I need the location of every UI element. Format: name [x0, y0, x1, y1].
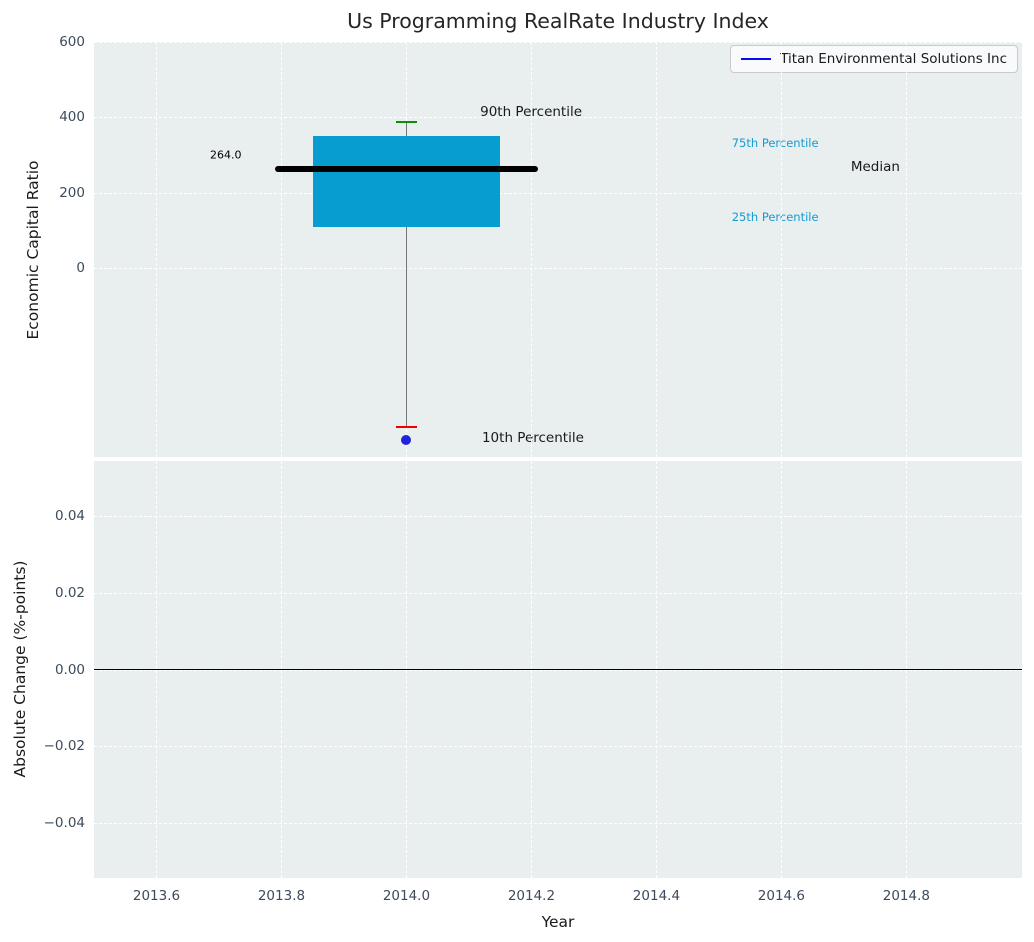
- p90-annotation: 90th Percentile: [480, 104, 583, 121]
- y-gridline: [94, 268, 1022, 270]
- bottom-y-axis-label: Absolute Change (%-points): [11, 560, 29, 778]
- top-plot-area: Titan Environmental Solutions Inc 264.0 …: [59, 34, 1022, 457]
- y-tick-label: 600: [59, 34, 85, 50]
- figure: Us Programming RealRate Industry Index E…: [0, 0, 1034, 942]
- x-gridline: [156, 42, 158, 457]
- x-gridline: [281, 42, 283, 457]
- x-tick-label: 2013.6: [132, 888, 181, 904]
- median-line: [275, 165, 538, 172]
- y-gridline: [94, 192, 1022, 194]
- p90-cap: [395, 120, 418, 124]
- iqr-box: [312, 135, 501, 227]
- legend: Titan Environmental Solutions Inc: [730, 45, 1018, 73]
- y-tick-label: −0.04: [43, 814, 85, 831]
- median-value-annotation: 264.0: [210, 148, 242, 162]
- legend-label: Titan Environmental Solutions Inc: [780, 51, 1007, 67]
- y-tick-label: 0.02: [54, 584, 85, 601]
- chart-title: Us Programming RealRate Industry Index: [347, 9, 769, 33]
- p75-annotation: 75th Percentile: [731, 135, 819, 150]
- y-tick-label: 200: [59, 184, 85, 201]
- y-gridline: [94, 42, 1022, 43]
- y-gridline: [94, 746, 1022, 747]
- legend-line-sample: [741, 58, 772, 60]
- x-tick-label: 2014.0: [382, 888, 431, 904]
- x-tick-label: 2014.8: [882, 888, 930, 904]
- zero-line: [94, 668, 1022, 671]
- y-gridline: [94, 516, 1022, 518]
- company-point: [401, 435, 412, 446]
- x-tick-label: 2014.2: [507, 888, 556, 904]
- y-gridline: [94, 592, 1022, 594]
- x-tick-label: 2014.6: [757, 888, 806, 904]
- bottom-plot-area: 2013.6 2013.8 2014.0 2014.2 2014.4 2014.6 2014…: [44, 461, 1022, 904]
- x-tick-label: 2013.8: [257, 888, 306, 904]
- x-axis-label: Year: [541, 913, 575, 931]
- top-y-axis-label: Economic Capital Ratio: [24, 160, 42, 340]
- x-gridline: [906, 42, 908, 457]
- p25-annotation: 25th Percentile: [731, 210, 819, 225]
- y-tick-label: 0.00: [54, 661, 85, 678]
- y-tick-label: −0.02: [43, 738, 85, 754]
- p10-annotation: 10th Percentile: [481, 429, 584, 446]
- median-annotation: Median: [850, 158, 900, 175]
- y-tick-label: 0: [76, 260, 85, 277]
- y-tick-label: 400: [59, 109, 85, 126]
- p10-cap: [395, 425, 418, 429]
- y-gridline: [94, 822, 1022, 824]
- y-tick-label: 0.04: [54, 508, 85, 525]
- x-gridline: [781, 42, 783, 457]
- x-tick-label: 2014.4: [632, 888, 681, 904]
- x-gridline: [656, 42, 658, 457]
